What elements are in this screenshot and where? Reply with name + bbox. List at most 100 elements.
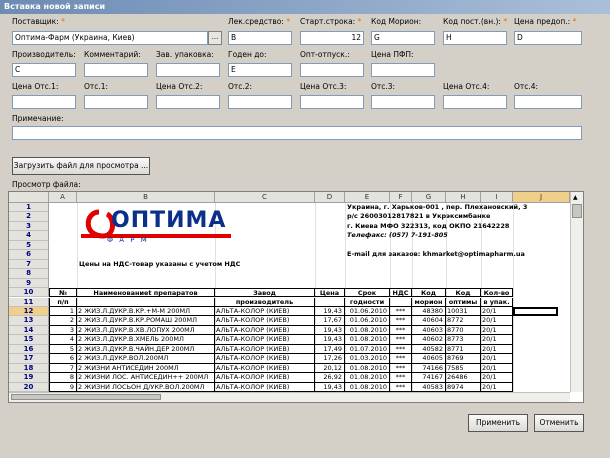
price-otc2-input[interactable] — [156, 95, 220, 109]
table-cell-vat: *** — [390, 354, 412, 364]
valid-until-input[interactable]: E — [228, 63, 292, 77]
row-header[interactable]: 1 — [9, 203, 49, 213]
column-header[interactable]: I — [481, 192, 513, 203]
table-cell-maker: АЛЬТА-КОЛОР (КИЕВ) — [215, 373, 315, 383]
table-cell-name: 2 ЖИЗ.Л.ДУКР.В.ХМЕЛЬ 200МЛ — [77, 335, 215, 345]
row-header[interactable]: 9 — [9, 278, 49, 289]
row-header[interactable]: 2 — [9, 212, 49, 222]
table-cell-date: 01.06.2010 — [345, 306, 390, 317]
row-header[interactable]: 4 — [9, 231, 49, 241]
row-header[interactable]: 10 — [9, 288, 49, 298]
price-otc3-input[interactable] — [300, 95, 364, 109]
wholesale-release-input[interactable] — [300, 63, 364, 77]
table-cell-maker: АЛЬТА-КОЛОР (КИЕВ) — [215, 316, 315, 326]
column-header[interactable]: C — [215, 192, 315, 203]
row-header[interactable]: 14 — [9, 325, 49, 336]
table-cell-date: 01.08.2010 — [345, 373, 390, 383]
supplier-code-input[interactable]: H — [443, 31, 507, 45]
table-cell-morion: 40582 — [412, 344, 446, 355]
row-header[interactable]: 16 — [9, 344, 49, 355]
table-cell-qty: 20/1 — [481, 325, 513, 336]
column-header[interactable]: B — [77, 192, 215, 203]
vertical-scroll-thumb[interactable] — [572, 204, 582, 218]
table-cell-morion: 40603 — [412, 325, 446, 336]
comment-input[interactable] — [84, 63, 148, 77]
morion-code-input[interactable]: G — [371, 31, 435, 45]
table-cell-maker: АЛЬТА-КОЛОР (КИЕВ) — [215, 325, 315, 336]
otc2-input[interactable] — [228, 95, 292, 109]
table-cell-price: 19,43 — [315, 335, 345, 345]
vertical-scrollbar[interactable]: ▲ — [570, 192, 583, 392]
apply-button[interactable]: Применить — [468, 414, 528, 432]
company-phone: Телефакс: (057) 7-191-805 — [347, 231, 448, 240]
horizontal-scrollbar[interactable] — [9, 392, 570, 402]
price-otc3-label: Цена Отс.3: — [300, 82, 347, 91]
table-cell-date: 01.08.2010 — [345, 335, 390, 345]
row-header[interactable]: 15 — [9, 335, 49, 345]
table-cell-morion: 48380 — [412, 306, 446, 317]
column-header[interactable]: H — [446, 192, 481, 203]
table-cell-name: 2 ЖИЗНИ АНТИСЕДИН 200МЛ — [77, 363, 215, 374]
otc1-label: Отс.1: — [84, 82, 109, 91]
table-cell-vat: *** — [390, 344, 412, 355]
table-cell-name: 2 ЖИЗ.Л.ДУКР.ВОЛ.200МЛ — [77, 354, 215, 364]
scroll-up-icon[interactable]: ▲ — [573, 194, 578, 201]
manufacturer-input[interactable]: C — [12, 63, 76, 77]
table-cell-date: 01.08.2010 — [345, 325, 390, 336]
table-cell-n: 9 — [49, 382, 77, 392]
column-header[interactable]: E — [345, 192, 390, 203]
drug-input[interactable]: B — [228, 31, 292, 45]
factory-pack-input[interactable] — [156, 63, 220, 77]
supplier-input[interactable]: Оптима-Фарм (Украина, Киев) — [12, 31, 208, 45]
otc3-input[interactable] — [371, 95, 435, 109]
otc1-input[interactable] — [84, 95, 148, 109]
prev-price-input[interactable]: D — [514, 31, 582, 45]
column-header-selected[interactable]: J — [513, 192, 570, 203]
row-header[interactable]: 11 — [9, 297, 49, 307]
table-cell-code: 8770 — [446, 325, 481, 336]
header-cell: оптимы — [446, 297, 481, 307]
row-header[interactable]: 12 — [9, 306, 49, 317]
column-header[interactable]: F — [390, 192, 412, 203]
row-header[interactable]: 17 — [9, 354, 49, 364]
column-header[interactable]: D — [315, 192, 345, 203]
table-cell-vat: *** — [390, 382, 412, 392]
header-cell — [77, 297, 215, 307]
supplier-code-label: Код пост.(вн.): * — [443, 17, 508, 26]
row-header[interactable]: 3 — [9, 221, 49, 232]
table-cell-price: 19,43 — [315, 325, 345, 336]
table-cell-price: 17,49 — [315, 344, 345, 355]
column-header[interactable]: A — [49, 192, 77, 203]
file-preview-grid[interactable]: A B C D E F G H I J 1 2 3 4 5 6 7 8 9 10 11 12 13 14 1… — [8, 191, 584, 403]
table-cell-date: 01.06.2010 — [345, 316, 390, 326]
table-cell-n: 6 — [49, 354, 77, 364]
load-file-button[interactable]: Загрузить файл для просмотра ... — [12, 157, 150, 175]
active-cell-cursor[interactable] — [513, 307, 558, 317]
table-cell-code: 8974 — [446, 382, 481, 392]
row-header[interactable]: 6 — [9, 250, 49, 260]
row-header[interactable]: 19 — [9, 373, 49, 383]
row-header[interactable]: 5 — [9, 240, 49, 251]
row-header[interactable]: 18 — [9, 363, 49, 374]
table-cell-price: 26,92 — [315, 373, 345, 383]
price-otc1-input[interactable] — [12, 95, 76, 109]
header-cell: Кол-во — [481, 288, 513, 298]
cancel-button[interactable]: Отменить — [534, 414, 584, 432]
horizontal-scroll-thumb[interactable] — [11, 394, 161, 400]
price-otc2-label: Цена Отс.2: — [156, 82, 203, 91]
price-otc4-input[interactable] — [443, 95, 507, 109]
supplier-lookup-button[interactable]: ... — [208, 31, 222, 45]
start-row-input[interactable]: 12 — [300, 31, 364, 45]
row-header[interactable]: 20 — [9, 382, 49, 392]
table-cell-qty: 20/1 — [481, 363, 513, 374]
table-cell-qty: 20/1 — [481, 382, 513, 392]
row-header[interactable]: 13 — [9, 316, 49, 326]
row-header[interactable]: 7 — [9, 259, 49, 270]
otc4-input[interactable] — [514, 95, 582, 109]
header-cell: № — [49, 288, 77, 298]
note-input[interactable] — [12, 126, 582, 140]
column-header[interactable]: G — [412, 192, 446, 203]
price-otc1-label: Цена Отс.1: — [12, 82, 59, 91]
row-header[interactable]: 8 — [9, 269, 49, 279]
pfp-price-input[interactable] — [371, 63, 435, 77]
